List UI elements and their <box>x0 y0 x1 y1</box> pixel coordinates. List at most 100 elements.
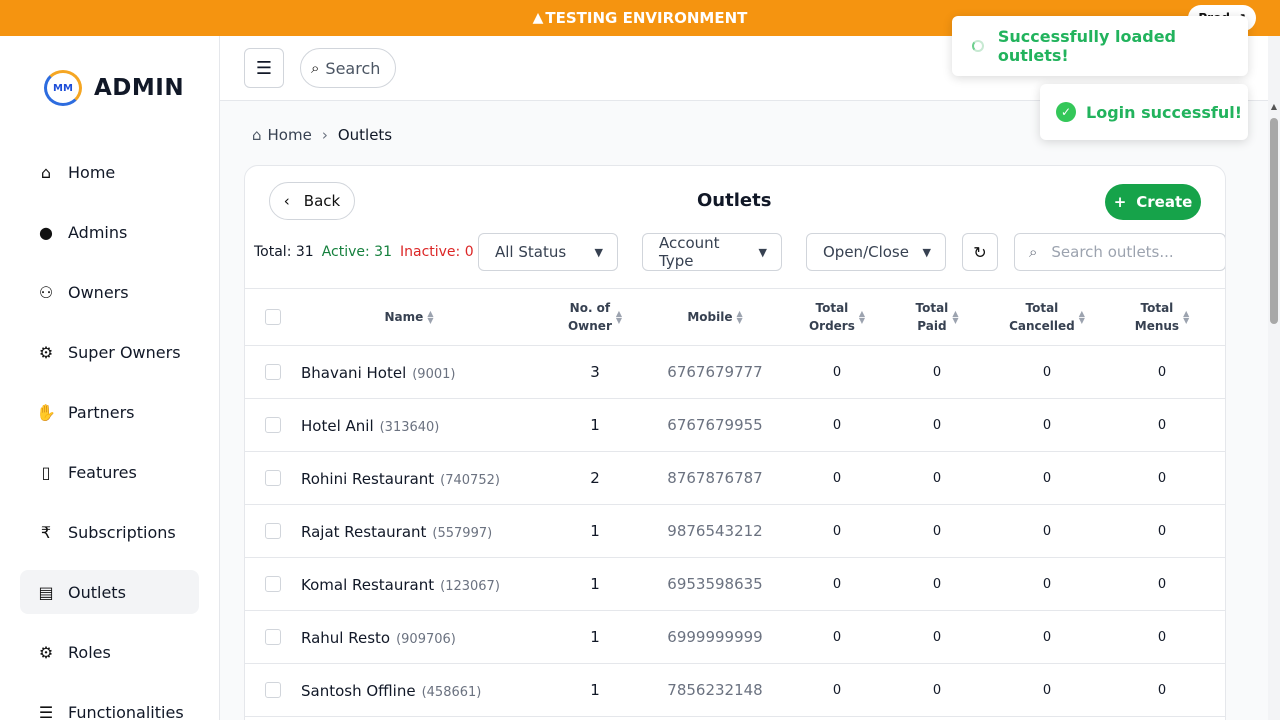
environment-banner-text: TESTING ENVIRONMENT <box>545 9 748 27</box>
toast-loaded-outlets[interactable]: Successfully loaded outlets! <box>952 16 1248 76</box>
refresh-button[interactable]: ↻ <box>962 233 998 271</box>
search-icon: ⌕ <box>311 59 320 77</box>
back-button[interactable]: ‹ Back <box>269 182 355 220</box>
column-header-owners[interactable]: No. of Owner ▲ ▼ <box>547 299 643 335</box>
outlet-id: (123067) <box>440 578 500 594</box>
column-header-cancelled[interactable]: Total Cancelled ▲ ▼ <box>987 299 1107 335</box>
outlet-id: (740752) <box>440 472 500 488</box>
rupee-icon: ₹ <box>40 522 52 542</box>
toast-message: Successfully loaded outlets! <box>997 27 1176 65</box>
sidebar-item-partners[interactable]: ✋ Partners <box>20 390 199 434</box>
sort-icon: ▲ ▼ <box>1078 309 1085 325</box>
table-row[interactable]: Hotel Anil (313640) 1 6767679955 0 0 0 0 <box>245 399 1225 452</box>
row-checkbox[interactable] <box>265 682 281 698</box>
sidebar-item-owners[interactable]: ⚇ Owners <box>20 270 199 314</box>
table-row[interactable]: Santosh Offline (458661) 1 7856232148 0 0… <box>245 664 1225 717</box>
column-header-menus[interactable]: Total Menus ▲ ▼ <box>1107 299 1217 335</box>
outlet-search-placeholder: Search outlets... <box>1051 243 1174 261</box>
total-paid: 0 <box>932 523 942 539</box>
outlets-table: Name ▲ ▼ No. of Owner ▲ ▼ Mobile ▲ ▼ Total Order… <box>245 288 1225 717</box>
sidebar-item-features[interactable]: ▯ Features <box>20 450 199 494</box>
row-checkbox[interactable] <box>265 576 281 592</box>
user-gear-icon: ⚙ <box>38 342 54 362</box>
outlet-name[interactable]: Rohini Restaurant <box>301 470 434 488</box>
table-row[interactable]: Rahul Resto (909706) 1 6999999999 0 0 0 0 <box>245 611 1225 664</box>
outlet-id: (557997) <box>432 525 493 541</box>
mobile-number: 8767876787 <box>667 469 763 487</box>
total-orders: 0 <box>832 523 842 539</box>
table-row[interactable]: Rajat Restaurant (557997) 1 9876543212 0 … <box>245 505 1225 558</box>
row-checkbox[interactable] <box>265 470 281 486</box>
select-all-checkbox[interactable] <box>265 309 281 325</box>
column-header-paid[interactable]: Total Paid ▲ ▼ <box>887 299 987 335</box>
logo[interactable]: MM ADMIN <box>44 70 184 106</box>
create-button[interactable]: + Create <box>1105 184 1201 220</box>
total-menus: 0 <box>1157 682 1167 698</box>
users-icon: ⚇ <box>38 282 54 302</box>
outlet-id: (313640) <box>379 419 440 435</box>
sidebar-item-home[interactable]: ⌂ Home <box>20 150 199 194</box>
sidebar-item-super-owners[interactable]: ⚙ Super Owners <box>20 330 199 374</box>
outlet-name[interactable]: Komal Restaurant <box>301 576 434 594</box>
row-checkbox[interactable] <box>265 523 281 539</box>
outlets-card: ‹ Back Outlets + Create Total: 31 Active… <box>244 165 1226 720</box>
sidebar-item-functionalities[interactable]: ☰ Functionalities <box>20 690 199 720</box>
mobile-number: 6767679955 <box>667 416 763 434</box>
global-search-button[interactable]: ⌕ Search <box>300 48 396 88</box>
scroll-up-arrow-icon[interactable]: ▲ <box>1268 102 1280 111</box>
sidebar-item-roles[interactable]: ⚙ Roles <box>20 630 199 674</box>
row-checkbox[interactable] <box>265 417 281 433</box>
total-orders: 0 <box>832 417 842 433</box>
breadcrumb-current: Outlets <box>337 126 393 144</box>
sidebar-item-subscriptions[interactable]: ₹ Subscriptions <box>20 510 199 554</box>
outlet-name[interactable]: Hotel Anil <box>301 417 374 435</box>
row-checkbox[interactable] <box>265 364 281 380</box>
table-row[interactable]: Bhavani Hotel (9001) 3 6767679777 0 0 0 0 <box>245 346 1225 399</box>
total-cancelled: 0 <box>1042 576 1052 592</box>
outlet-name[interactable]: Rajat Restaurant <box>301 523 426 541</box>
total-paid: 0 <box>932 682 942 698</box>
toast-login-success[interactable]: ✓ Login successful! <box>1040 84 1248 140</box>
column-header-mobile[interactable]: Mobile ▲ ▼ <box>643 308 787 326</box>
sort-icon: ▲ ▼ <box>952 309 959 325</box>
sidebar-item-outlets[interactable]: ▤ Outlets <box>20 570 199 614</box>
total-paid: 0 <box>932 417 942 433</box>
column-header-label: Orders <box>808 319 855 333</box>
total-paid: 0 <box>932 364 942 380</box>
total-orders: 0 <box>832 364 842 380</box>
column-header-label: Cancelled <box>1009 319 1075 333</box>
sidebar-item-admins[interactable]: ● Admins <box>20 210 199 254</box>
table-row[interactable]: Komal Restaurant (123067) 1 6953598635 0 … <box>245 558 1225 611</box>
outlet-name[interactable]: Rahul Resto <box>301 629 390 647</box>
select-all-cell <box>245 309 301 325</box>
table-row[interactable]: Rohini Restaurant (740752) 2 8767876787 0… <box>245 452 1225 505</box>
home-icon: ⌂ <box>40 162 52 182</box>
outlet-name[interactable]: Bhavani Hotel <box>301 364 406 382</box>
total-orders: 0 <box>832 470 842 486</box>
outlet-name[interactable]: Santosh Offline <box>301 682 416 700</box>
breadcrumb-home[interactable]: Home <box>268 126 312 144</box>
logo-mark-icon: MM <box>44 70 82 106</box>
chevron-down-icon: ▼ <box>758 245 767 259</box>
back-button-label: Back <box>303 192 341 210</box>
column-header-label: Name <box>384 310 424 324</box>
row-checkbox[interactable] <box>265 629 281 645</box>
total-menus: 0 <box>1157 523 1167 539</box>
account-type-filter-value: Account Type <box>659 234 720 270</box>
column-header-name[interactable]: Name ▲ ▼ <box>301 308 547 326</box>
user-gear-icon: ⚙ <box>38 642 54 662</box>
page-scrollbar[interactable] <box>1268 36 1280 720</box>
column-header-label: No. of <box>569 301 611 315</box>
chevron-left-icon: ‹ <box>283 192 290 210</box>
menu-toggle-button[interactable]: ☰ <box>244 48 284 88</box>
column-header-orders[interactable]: Total Orders ▲ ▼ <box>787 299 887 335</box>
open-close-filter-select[interactable]: Open/Close ▼ <box>806 233 946 271</box>
account-type-filter-select[interactable]: Account Type ▼ <box>642 233 782 271</box>
scrollbar-thumb[interactable] <box>1270 118 1278 324</box>
status-filter-select[interactable]: All Status ▼ <box>478 233 618 271</box>
table-header-row: Name ▲ ▼ No. of Owner ▲ ▼ Mobile ▲ ▼ Total Order… <box>245 289 1225 346</box>
outlet-search-input[interactable]: ⌕ Search outlets... <box>1014 233 1225 271</box>
sort-icon: ▲ ▼ <box>615 309 623 325</box>
total-cancelled: 0 <box>1042 523 1052 539</box>
open-close-filter-value: Open/Close <box>823 243 909 261</box>
